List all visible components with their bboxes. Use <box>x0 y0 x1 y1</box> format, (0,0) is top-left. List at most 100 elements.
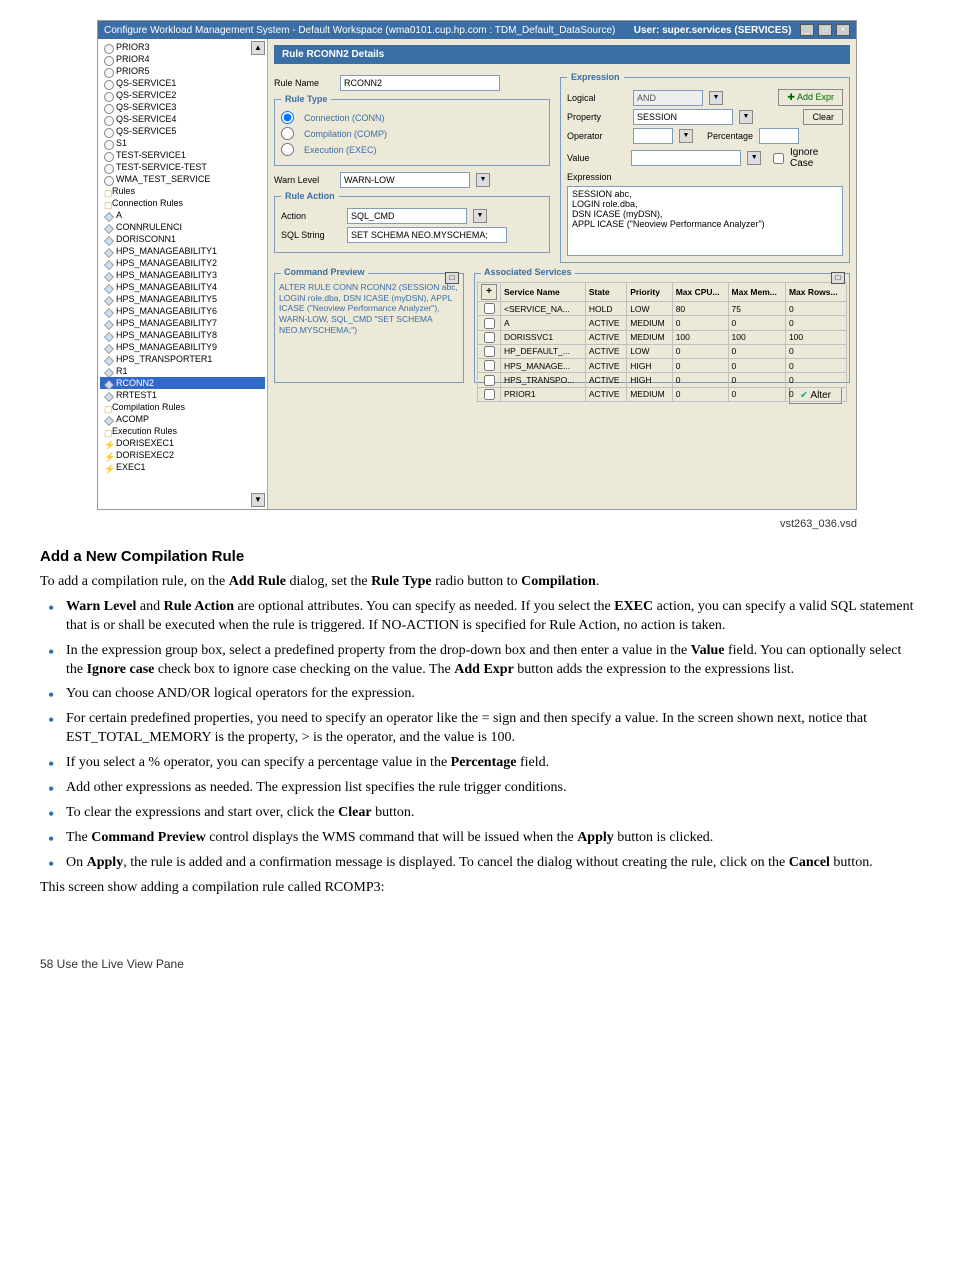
chevron-down-icon[interactable]: ▼ <box>739 110 753 124</box>
maximize-icon[interactable]: □ <box>831 272 845 284</box>
tree-item[interactable]: HPS_MANAGEABILITY9 <box>100 341 265 353</box>
tree-item[interactable]: CONNRULENCI <box>100 221 265 233</box>
tree-item[interactable]: ACOMP <box>100 413 265 425</box>
tree-item[interactable]: QS-SERVICE4 <box>100 113 265 125</box>
tree-item[interactable]: Compilation Rules <box>100 401 265 413</box>
tree-item[interactable]: DORISCONN1 <box>100 233 265 245</box>
table-row[interactable]: HPS_MANAGE...ACTIVEHIGH000 <box>478 359 847 373</box>
doc-bullet: You can choose AND/OR logical operators … <box>66 685 914 704</box>
tree-item[interactable]: RCONN2 <box>100 377 265 389</box>
table-header[interactable]: Max CPU... <box>672 283 728 302</box>
chevron-down-icon[interactable]: ▼ <box>679 129 693 143</box>
tree-item[interactable]: TEST-SERVICE-TEST <box>100 161 265 173</box>
row-checkbox[interactable] <box>484 332 495 343</box>
tree-item[interactable]: Rules <box>100 185 265 197</box>
row-checkbox[interactable] <box>484 318 495 329</box>
tree-item[interactable]: HPS_MANAGEABILITY8 <box>100 329 265 341</box>
table-row[interactable]: PRIOR1ACTIVEMEDIUM000 <box>478 387 847 401</box>
chevron-down-icon[interactable]: ▼ <box>476 173 490 187</box>
window-controls: _ □ × <box>799 24 850 36</box>
action-select[interactable] <box>347 208 467 224</box>
tree-item[interactable]: PRIOR3 <box>100 41 265 53</box>
sql-string-input[interactable] <box>347 227 507 243</box>
titlebar: Configure Workload Management System - D… <box>98 21 856 39</box>
scroll-down-icon[interactable]: ▼ <box>251 493 265 507</box>
tree-item[interactable]: PRIOR4 <box>100 53 265 65</box>
tree-item[interactable]: Execution Rules <box>100 425 265 437</box>
expression-textarea[interactable]: SESSION abc, LOGIN role.dba, DSN ICASE (… <box>567 186 843 256</box>
tree-item[interactable]: HPS_TRANSPORTER1 <box>100 353 265 365</box>
tree-item[interactable]: HPS_MANAGEABILITY5 <box>100 293 265 305</box>
exec-radio[interactable] <box>281 143 294 156</box>
figure-caption: vst263_036.vsd <box>97 518 857 530</box>
maximize-icon[interactable]: □ <box>818 24 832 36</box>
ignore-case-label: Ignore Case <box>790 147 843 169</box>
tree-item[interactable]: DORISEXEC2 <box>100 449 265 461</box>
rule-type-legend: Rule Type <box>281 94 331 104</box>
maximize-icon[interactable]: □ <box>445 272 459 284</box>
operator-select[interactable] <box>633 128 673 144</box>
row-checkbox[interactable] <box>484 375 495 386</box>
minimize-icon[interactable]: _ <box>800 24 814 36</box>
percentage-input[interactable] <box>759 128 799 144</box>
nav-tree[interactable]: ▲ ▼ PRIOR3PRIOR4PRIOR5QS-SERVICE1QS-SERV… <box>98 39 268 509</box>
sql-string-label: SQL String <box>281 230 341 240</box>
tree-item[interactable]: QS-SERVICE3 <box>100 101 265 113</box>
row-checkbox[interactable] <box>484 303 495 314</box>
warn-level-select[interactable] <box>340 172 470 188</box>
tree-item[interactable]: R1 <box>100 365 265 377</box>
close-icon[interactable]: × <box>836 24 850 36</box>
table-header[interactable]: State <box>585 283 626 302</box>
tree-item[interactable]: QS-SERVICE5 <box>100 125 265 137</box>
tree-item[interactable]: EXEC1 <box>100 461 265 473</box>
table-row[interactable]: AACTIVEMEDIUM000 <box>478 316 847 330</box>
table-row[interactable]: HP_DEFAULT_...ACTIVELOW000 <box>478 344 847 358</box>
tree-item[interactable]: WMA_TEST_SERVICE <box>100 173 265 185</box>
comp-radio[interactable] <box>281 127 294 140</box>
tree-item[interactable]: HPS_MANAGEABILITY7 <box>100 317 265 329</box>
doc-bullet: The Command Preview control displays the… <box>66 829 914 848</box>
add-service-button[interactable]: + <box>481 284 497 300</box>
table-header[interactable]: + <box>478 283 501 302</box>
tree-item[interactable]: QS-SERVICE1 <box>100 77 265 89</box>
doc-bullet: In the expression group box, select a pr… <box>66 642 914 680</box>
doc-intro: To add a compilation rule, on the Add Ru… <box>40 573 914 592</box>
tree-item[interactable]: HPS_MANAGEABILITY4 <box>100 281 265 293</box>
tree-item[interactable]: TEST-SERVICE1 <box>100 149 265 161</box>
chevron-down-icon[interactable]: ▼ <box>747 151 761 165</box>
row-checkbox[interactable] <box>484 346 495 357</box>
tree-item[interactable]: PRIOR5 <box>100 65 265 77</box>
tree-item[interactable]: RRTEST1 <box>100 389 265 401</box>
value-input[interactable] <box>631 150 741 166</box>
table-row[interactable]: <SERVICE_NA...HOLDLOW80750 <box>478 302 847 316</box>
table-row[interactable]: DORISSVC1ACTIVEMEDIUM100100100 <box>478 330 847 344</box>
ignore-case-checkbox[interactable] <box>773 153 784 164</box>
tree-item[interactable]: HPS_MANAGEABILITY3 <box>100 269 265 281</box>
table-header[interactable]: Max Rows... <box>785 283 846 302</box>
command-preview-panel: Command Preview □ ALTER RULE CONN RCONN2… <box>274 273 464 383</box>
tree-item[interactable]: S1 <box>100 137 265 149</box>
table-header[interactable]: Service Name <box>501 283 586 302</box>
rule-name-label: Rule Name <box>274 78 334 88</box>
tree-item[interactable]: QS-SERVICE2 <box>100 89 265 101</box>
add-expr-button[interactable]: ✚ Add Expr <box>778 89 843 106</box>
chevron-down-icon[interactable]: ▼ <box>473 209 487 223</box>
tree-item[interactable]: HPS_MANAGEABILITY1 <box>100 245 265 257</box>
table-header[interactable]: Max Mem... <box>728 283 785 302</box>
tree-item[interactable]: DORISEXEC1 <box>100 437 265 449</box>
tree-item[interactable]: Connection Rules <box>100 197 265 209</box>
table-header[interactable]: Priority <box>627 283 672 302</box>
row-checkbox[interactable] <box>484 360 495 371</box>
conn-radio[interactable] <box>281 111 294 124</box>
doc-bullet: If you select a % operator, you can spec… <box>66 754 914 773</box>
doc-bullet: On Apply, the rule is added and a confir… <box>66 854 914 873</box>
row-checkbox[interactable] <box>484 389 495 400</box>
property-select[interactable] <box>633 109 733 125</box>
tree-item[interactable]: HPS_MANAGEABILITY6 <box>100 305 265 317</box>
tree-item[interactable]: HPS_MANAGEABILITY2 <box>100 257 265 269</box>
operator-label: Operator <box>567 131 627 141</box>
rule-name-input[interactable] <box>340 75 500 91</box>
table-row[interactable]: HPS_TRANSPO...ACTIVEHIGH000 <box>478 373 847 387</box>
tree-item[interactable]: A <box>100 209 265 221</box>
clear-button[interactable]: Clear <box>803 109 843 125</box>
